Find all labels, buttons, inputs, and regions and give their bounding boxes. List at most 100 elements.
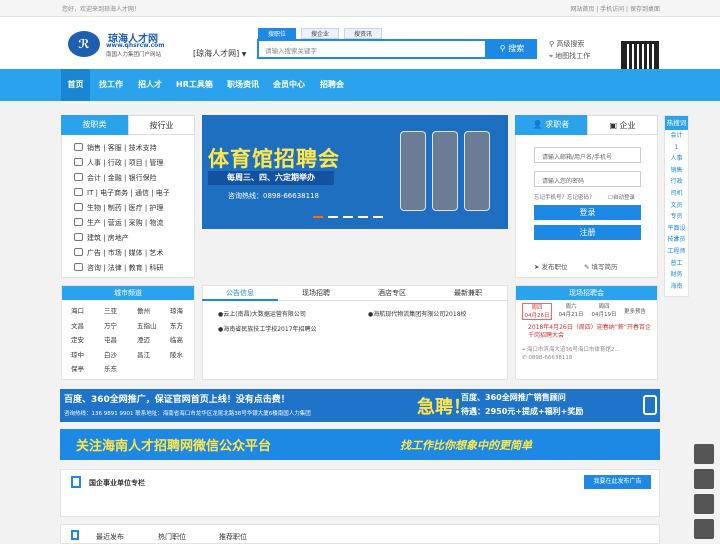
fair-more-link[interactable]: 更多预告	[624, 307, 646, 315]
login-button[interactable]: 登录	[534, 205, 641, 220]
city-link[interactable]: 三亚	[104, 305, 117, 315]
back-to-top-icon[interactable]	[694, 519, 714, 539]
password-field[interactable]: 请输入您的密码	[534, 171, 641, 187]
hot-keyword[interactable]: 平面设计	[665, 223, 688, 244]
headset-icon[interactable]	[694, 444, 714, 464]
hot-keyword[interactable]: 普工	[665, 258, 688, 270]
ad-banner-baidu[interactable]: 百度、360全网推广，保证官网首页上线！没有点击费！ 咨询热线：136 9891…	[60, 389, 660, 422]
fair-date-tab[interactable]: 周四 04月19日	[589, 303, 619, 320]
city-link[interactable]: 万宁	[104, 320, 117, 330]
hot-keyword[interactable]: 财务	[665, 269, 688, 281]
carousel-dot[interactable]	[373, 216, 383, 218]
tab-search-companies[interactable]: 搜企业	[301, 28, 339, 39]
hot-keyword[interactable]: 司机	[665, 188, 688, 200]
city-switch[interactable]: [琼海人才网] ▼	[193, 48, 246, 59]
city-link[interactable]: 临高	[170, 334, 183, 344]
logo-icon[interactable]: ℛ	[68, 31, 100, 57]
search-button[interactable]: ⚲ 搜索	[487, 39, 537, 59]
hot-keyword[interactable]: 海南	[665, 281, 688, 293]
tab-jobseeker[interactable]: 👤 求职者	[515, 115, 587, 135]
category-row[interactable]: 销售 | 客服 | 技术支持	[74, 143, 157, 153]
fair-date-tab[interactable]: 周六 04月21日	[556, 303, 586, 320]
nav-hr-tools[interactable]: HR工具箱	[176, 69, 213, 101]
tab-search-news[interactable]: 搜资讯	[344, 28, 382, 39]
city-link[interactable]: 屯昌	[104, 334, 117, 344]
hot-keyword[interactable]: 会计	[665, 130, 688, 142]
nav-hire[interactable]: 招人才	[138, 69, 162, 101]
register-button[interactable]: 注册	[534, 225, 641, 240]
news-item[interactable]: ●云上(南昌)大数据运营有限公司	[218, 309, 306, 318]
forgot-link[interactable]: 忘记手机号？忘记密码？	[534, 193, 595, 201]
hot-keyword[interactable]: 1	[665, 142, 688, 154]
post-ad-button[interactable]: 我要在此发布广告	[584, 475, 651, 489]
carousel-dot[interactable]	[328, 216, 338, 218]
city-link[interactable]: 东方	[170, 320, 183, 330]
carousel-dot[interactable]	[313, 216, 323, 218]
city-link[interactable]: 文昌	[71, 320, 84, 330]
username-field[interactable]: 请输入邮箱/用户名/手机号	[534, 147, 641, 163]
hot-keyword[interactable]: 人事	[665, 153, 688, 165]
category-row[interactable]: 人事 | 行政 | 项目 | 管理	[74, 158, 163, 168]
category-row[interactable]: 广告 | 市场 | 媒体 | 艺术	[74, 248, 163, 258]
advanced-search-link[interactable]: ⚲ 高级搜索	[549, 39, 584, 49]
tab-announcements[interactable]: 公告信息	[202, 285, 278, 301]
search-icon: ⚲	[499, 44, 506, 53]
hot-keyword[interactable]: 技术员	[665, 234, 688, 246]
hot-keyword[interactable]: 文员	[665, 200, 688, 212]
tab-hot-jobs[interactable]: 热门职位	[158, 532, 186, 542]
post-job-link[interactable]: ➤ 发布职位	[534, 261, 568, 271]
category-row[interactable]: 生物 | 制药 | 医疗 | 护理	[74, 203, 163, 213]
city-link[interactable]: 海口	[71, 305, 84, 315]
nav-home[interactable]: 首页	[61, 69, 90, 101]
city-link[interactable]: 五指山	[137, 320, 157, 330]
search-button-label: 搜索	[508, 44, 525, 53]
hot-keyword[interactable]: 销售	[665, 165, 688, 177]
search-input[interactable]: 请输入搜索关键字	[257, 39, 487, 59]
fill-resume-link[interactable]: ✎ 填写简历	[584, 261, 618, 271]
city-link[interactable]: 乐东	[104, 363, 117, 373]
tab-hotel-zone[interactable]: 酒店专区	[354, 285, 430, 301]
news-item[interactable]: ●海南省民族技工学校2017年招聘公	[218, 324, 317, 333]
category-row[interactable]: IT | 电子商务 | 通信 | 电子	[74, 188, 170, 198]
hot-keyword[interactable]: 专员	[665, 211, 688, 223]
nav-member-center[interactable]: 会员中心	[273, 69, 305, 101]
city-link[interactable]: 保亭	[71, 363, 84, 373]
tab-onsite-hiring[interactable]: 现场招聘	[278, 285, 354, 301]
tab-company[interactable]: ▣ 企业	[587, 115, 658, 135]
hot-keyword[interactable]: 行政	[665, 176, 688, 188]
ad-banner-wechat[interactable]: 关注海南人才招聘网微信公众平台 找工作比你想象中的更简单	[60, 429, 660, 460]
city-link[interactable]: 琼中	[71, 349, 84, 359]
fair-date-tab[interactable]: 周四 04月26日	[522, 303, 552, 320]
nav-find-job[interactable]: 找工作	[99, 69, 123, 101]
city-link[interactable]: 澄迈	[137, 334, 150, 344]
category-row[interactable]: 咨询 | 法律 | 教育 | 科研	[74, 263, 163, 273]
nav-career-news[interactable]: 职场资讯	[227, 69, 259, 101]
tab-search-jobs[interactable]: 搜职位	[258, 28, 296, 39]
category-row[interactable]: 建筑 | 房地产	[74, 233, 129, 243]
hot-keyword[interactable]: 工程师	[665, 246, 688, 258]
city-link[interactable]: 儋州	[137, 305, 150, 315]
fair-headline[interactable]: 2018年4月26日（周四）迎春纳”薪”开春百企千岗招聘大会	[528, 324, 653, 340]
tab-by-job-type[interactable]: 按职类	[61, 115, 128, 135]
city-link[interactable]: 定安	[71, 334, 84, 344]
map-search-link[interactable]: ⌖ 地图找工作	[549, 51, 590, 61]
city-link[interactable]: 昌江	[137, 349, 150, 359]
tab-part-time[interactable]: 最新兼职	[430, 285, 506, 301]
top-links[interactable]: 网站首页 | 手机访问 | 保存到桌面	[570, 4, 660, 13]
mobile-icon[interactable]	[694, 494, 714, 514]
tab-by-industry[interactable]: 按行业	[128, 115, 195, 135]
carousel-dot[interactable]	[358, 216, 368, 218]
city-link[interactable]: 陵水	[170, 349, 183, 359]
city-link[interactable]: 白沙	[104, 349, 117, 359]
auto-login-checkbox[interactable]: ☐自动登录	[608, 193, 635, 201]
chat-icon[interactable]	[694, 469, 714, 489]
news-item[interactable]: ●海航现代物流集团有限公司2018校	[368, 309, 467, 318]
tab-recommended[interactable]: 推荐职位	[219, 532, 247, 542]
category-tabs: 按职类 按行业	[61, 115, 195, 135]
city-link[interactable]: 琼海	[170, 305, 183, 315]
nav-job-fair[interactable]: 招聘会	[320, 69, 344, 101]
category-row[interactable]: 会计 | 金融 | 银行保险	[74, 173, 157, 183]
tab-latest[interactable]: 最近发布	[96, 532, 124, 542]
category-row[interactable]: 生产 | 营运 | 采购 | 物流	[74, 218, 163, 228]
carousel-dot[interactable]	[343, 216, 353, 218]
